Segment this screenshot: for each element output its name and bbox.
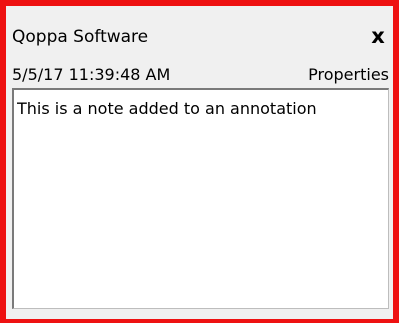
note-text-area[interactable]: This is a note added to an annotation xyxy=(12,88,389,309)
note-author: Qoppa Software xyxy=(12,27,149,47)
properties-link[interactable]: Properties xyxy=(308,64,389,86)
note-timestamp: 5/5/17 11:39:48 AM xyxy=(12,65,171,84)
close-button[interactable]: x xyxy=(369,24,387,48)
note-meta-row: 5/5/17 11:39:48 AM Properties xyxy=(6,64,393,90)
note-text: This is a note added to an annotation xyxy=(17,99,317,118)
note-header: Qoppa Software x xyxy=(6,24,393,52)
note-popup: Qoppa Software x 5/5/17 11:39:48 AM Prop… xyxy=(0,0,399,323)
